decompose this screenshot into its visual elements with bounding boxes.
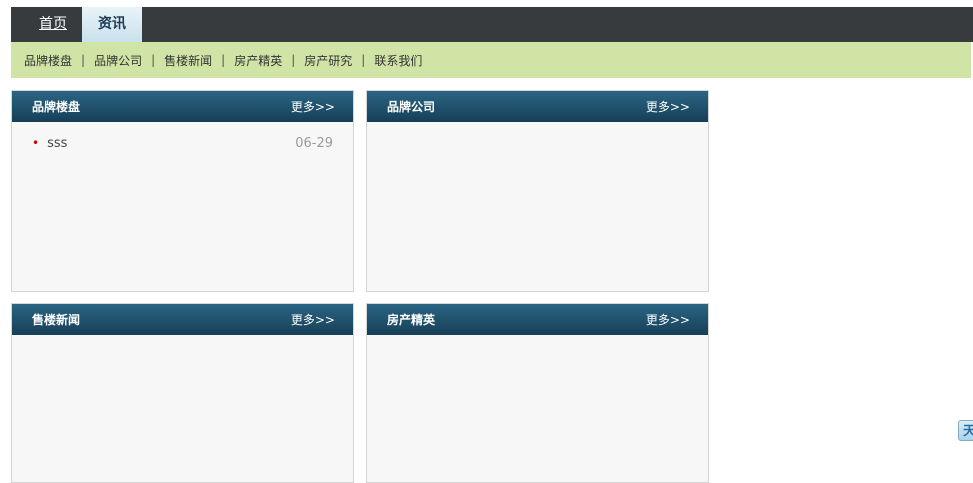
subnav-brand-companies[interactable]: 品牌公司 — [94, 52, 142, 69]
subnav-brand-properties[interactable]: 品牌楼盘 — [24, 52, 72, 69]
top-nav: 首页 资讯 — [11, 7, 973, 42]
separator: | — [81, 53, 86, 67]
panel-realty-elite: 房产精英 更多>> — [366, 303, 709, 483]
bullet-icon: • — [32, 136, 40, 150]
more-link[interactable]: 更多>> — [646, 311, 690, 328]
tab-home[interactable]: 首页 — [25, 7, 81, 42]
panel-header: 售楼新闻 更多>> — [12, 304, 353, 335]
panel-header: 品牌公司 更多>> — [367, 91, 708, 122]
item-date: 06-29 — [295, 136, 333, 151]
panel-brand-companies: 品牌公司 更多>> — [366, 90, 709, 292]
panel-header: 房产精英 更多>> — [367, 304, 708, 335]
sub-nav: 品牌楼盘 | 品牌公司 | 售楼新闻 | 房产精英 | 房产研究 | 联系我们 — [11, 42, 971, 78]
subnav-sales-news[interactable]: 售楼新闻 — [164, 52, 212, 69]
panel-title: 房产精英 — [387, 313, 436, 327]
item-title[interactable]: sss — [47, 136, 67, 151]
floating-button[interactable]: 天 — [958, 420, 973, 441]
panel-title: 品牌公司 — [387, 100, 436, 114]
tab-news[interactable]: 资讯 — [82, 7, 142, 42]
panel-title: 品牌楼盘 — [32, 100, 81, 114]
separator: | — [221, 53, 226, 67]
more-link[interactable]: 更多>> — [291, 311, 335, 328]
panel-sales-news: 售楼新闻 更多>> — [11, 303, 354, 483]
subnav-contact-us[interactable]: 联系我们 — [374, 52, 422, 69]
list-item[interactable]: • sss 06-29 — [12, 136, 353, 151]
separator: | — [291, 53, 296, 67]
more-link[interactable]: 更多>> — [291, 98, 335, 115]
subnav-realty-elite[interactable]: 房产精英 — [234, 52, 282, 69]
panel-title: 售楼新闻 — [32, 313, 81, 327]
separator: | — [361, 53, 366, 67]
subnav-realty-research[interactable]: 房产研究 — [304, 52, 352, 69]
panel-header: 品牌楼盘 更多>> — [12, 91, 353, 122]
panel-brand-properties: 品牌楼盘 更多>> • sss 06-29 — [11, 90, 354, 292]
more-link[interactable]: 更多>> — [646, 98, 690, 115]
separator: | — [151, 53, 156, 67]
